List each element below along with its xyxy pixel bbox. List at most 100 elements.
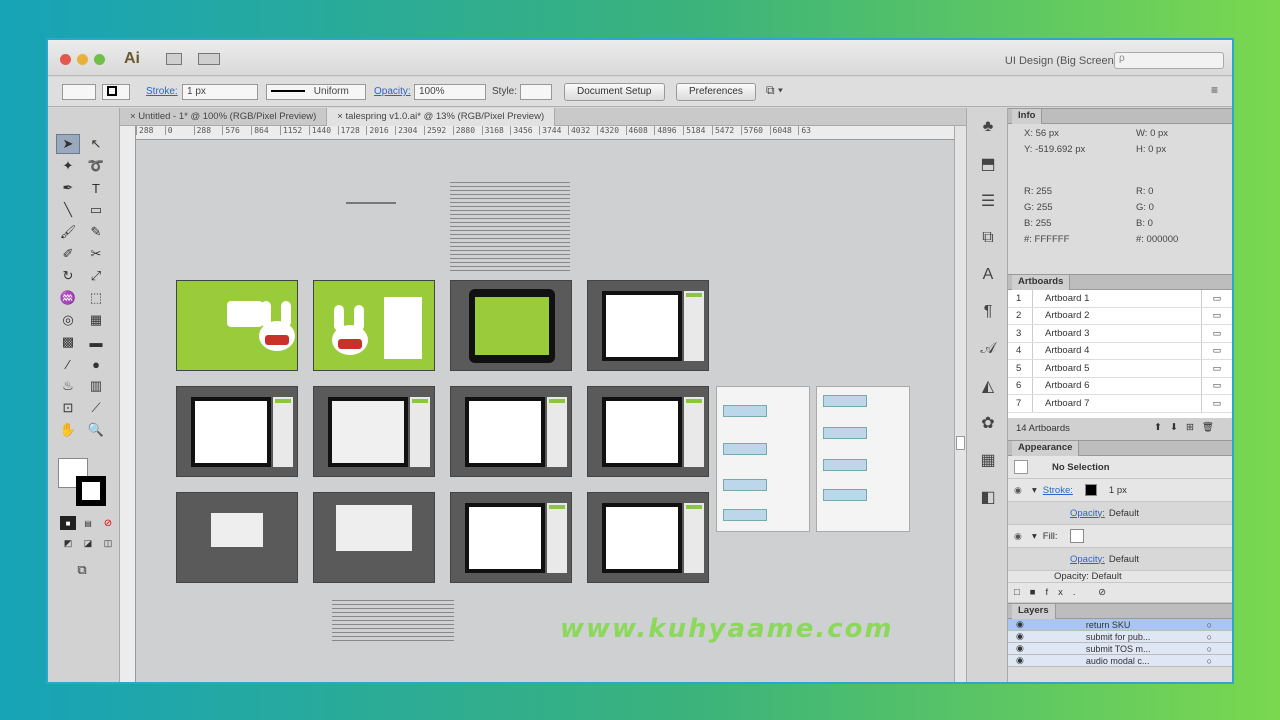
stroke-label[interactable]: Stroke: [146, 86, 178, 97]
screen-mode-icon[interactable]: ⧉ [70, 560, 94, 580]
zoom-tool-icon[interactable]: 🔍 [84, 420, 108, 440]
stroke-swatch[interactable] [76, 476, 106, 506]
warp-tool-icon[interactable]: ♒ [56, 288, 80, 308]
column-graph-tool-icon[interactable]: ▥ [84, 376, 108, 396]
draw-normal-icon[interactable]: ◩ [60, 536, 76, 550]
stroke-color-swatch[interactable] [1084, 484, 1097, 496]
artboard-wireframe-1[interactable] [716, 386, 810, 532]
artboard-thumb-8[interactable] [587, 386, 709, 477]
color-mode-icon[interactable]: ■ [60, 516, 76, 530]
none-mode-icon[interactable]: ⊘ [100, 516, 116, 530]
transform-icon[interactable]: ⬒ [967, 145, 1009, 182]
artboard-options-icon[interactable]: ▭ [1202, 345, 1232, 356]
arrange-documents-icon[interactable] [198, 53, 220, 65]
artboard-thumb-12[interactable] [587, 492, 709, 583]
list-item[interactable]: 7 Artboard 7 ▭ [1008, 395, 1232, 413]
brushes-icon[interactable]: ✿ [967, 404, 1009, 441]
align-icon[interactable]: ☰ [967, 182, 1009, 219]
scissors-tool-icon[interactable]: ✂ [84, 244, 108, 264]
artboard-options-icon[interactable]: ▭ [1202, 310, 1232, 321]
layers-panel-title[interactable]: Layers [1012, 604, 1056, 619]
appearance-opacity3-row[interactable]: Opacity: Default [1008, 571, 1232, 583]
lasso-tool-icon[interactable]: ➰ [84, 156, 108, 176]
blob-brush-tool-icon[interactable]: ✐ [56, 244, 80, 264]
line-tool-icon[interactable]: ╲ [56, 200, 80, 220]
perspective-grid-tool-icon[interactable]: ▦ [84, 310, 108, 330]
symbol-sprayer-tool-icon[interactable]: ♨ [56, 376, 80, 396]
layers-icon[interactable]: ◧ [967, 478, 1009, 515]
rectangle-tool-icon[interactable]: ▭ [84, 200, 108, 220]
scale-tool-icon[interactable]: ⤢ [84, 266, 108, 286]
shape-builder-tool-icon[interactable]: ◎ [56, 310, 80, 330]
layer-row[interactable]: ◉ submit for pub... ○ [1008, 631, 1232, 643]
list-item[interactable]: 2 Artboard 2 ▭ [1008, 307, 1232, 325]
eye-icon[interactable]: ◉ [1016, 643, 1024, 654]
target-icon[interactable]: ○ [1207, 656, 1212, 666]
tab-untitled[interactable]: × Untitled - 1* @ 100% (RGB/Pixel Previe… [120, 108, 328, 126]
list-item[interactable]: 1 Artboard 1 ▭ [1008, 290, 1232, 308]
artboards-panel-title[interactable]: Artboards [1012, 275, 1071, 290]
stroke-link[interactable]: Stroke: [1043, 485, 1073, 496]
artboard-thumb-7[interactable] [450, 386, 572, 477]
tab-talespring[interactable]: × talespring v1.0.ai* @ 13% (RGB/Pixel P… [327, 108, 556, 126]
club-icon[interactable]: ♣ [967, 108, 1009, 145]
opentype-icon[interactable]: 𝒜 [967, 330, 1009, 367]
eye-icon[interactable]: ◉ [1014, 531, 1032, 542]
draw-behind-icon[interactable]: ◪ [80, 536, 96, 550]
vertical-scrollbar[interactable] [954, 126, 966, 682]
appearance-stroke-row[interactable]: ◉ ▾ Stroke: 1 px [1008, 479, 1232, 502]
opacity-link[interactable]: Opacity: [1070, 508, 1105, 519]
layer-row[interactable]: ◉ submit TOS m... ○ [1008, 643, 1232, 655]
stroke-weight-field[interactable]: 1 px [182, 84, 258, 100]
fill-color-swatch[interactable] [1069, 529, 1084, 543]
workspace-switcher[interactable]: UI Design (Big Screen) ▾ [1005, 54, 1126, 67]
appearance-footer-icons[interactable]: □■fx. ⊘ [1008, 583, 1232, 603]
magic-wand-tool-icon[interactable]: ✦ [56, 156, 80, 176]
preferences-button[interactable]: Preferences [676, 83, 756, 101]
graphic-styles-icon[interactable]: ◭ [967, 367, 1009, 404]
scroll-thumb[interactable] [956, 436, 965, 450]
artboard-thumb-9[interactable] [176, 492, 298, 583]
pencil-tool-icon[interactable]: ✎ [84, 222, 108, 242]
swatches-icon[interactable]: ▦ [967, 441, 1009, 478]
list-item[interactable]: 5 Artboard 5 ▭ [1008, 360, 1232, 378]
stroke-color-picker[interactable] [102, 84, 130, 100]
eye-icon[interactable]: ◉ [1016, 655, 1024, 666]
target-icon[interactable]: ○ [1207, 632, 1212, 642]
artboard-actions-icon[interactable]: ⬆⬇⊞🗑 [1154, 422, 1222, 433]
pen-tool-icon[interactable]: ✒ [56, 178, 80, 198]
opacity-field[interactable]: 100% [414, 84, 486, 100]
artboard-thumb-2[interactable] [313, 280, 435, 371]
mesh-tool-icon[interactable]: ▩ [56, 332, 80, 352]
info-panel-title[interactable]: Info [1012, 109, 1043, 124]
paragraph-icon[interactable]: ¶ [967, 293, 1009, 330]
list-item[interactable]: 4 Artboard 4 ▭ [1008, 342, 1232, 360]
paintbrush-tool-icon[interactable]: 🖌 [56, 222, 80, 242]
artboard-options-icon[interactable]: ▭ [1202, 328, 1232, 339]
eye-icon[interactable]: ◉ [1014, 485, 1032, 496]
arrange-icon[interactable]: ⧉ ▾ [766, 83, 783, 98]
list-item[interactable]: 3 Artboard 3 ▭ [1008, 325, 1232, 343]
panel-menu-icon[interactable]: ≡ [1211, 83, 1218, 97]
zoom-button[interactable] [94, 54, 105, 65]
blend-tool-icon[interactable]: ● [84, 354, 108, 374]
appearance-opacity-row[interactable]: Opacity: Default [1008, 502, 1232, 525]
artboard-thumb-11[interactable] [450, 492, 572, 583]
appearance-fill-row[interactable]: ◉ ▾ Fill: [1008, 525, 1232, 548]
artboard-canvas[interactable] [136, 140, 954, 682]
graphic-style-picker[interactable] [520, 84, 552, 100]
artboard-thumb-1[interactable] [176, 280, 298, 371]
bridge-icon[interactable] [166, 53, 182, 65]
layer-row[interactable]: ◉ return SKU ○ [1008, 619, 1232, 631]
target-icon[interactable]: ○ [1207, 620, 1212, 630]
pathfinder-icon[interactable]: ⧉ [967, 219, 1009, 256]
eyedropper-tool-icon[interactable]: ⁄ [56, 354, 80, 374]
stroke-profile-select[interactable]: Uniform [266, 84, 366, 100]
minimize-button[interactable] [77, 54, 88, 65]
list-item[interactable]: 6 Artboard 6 ▭ [1008, 377, 1232, 395]
artboard-options-icon[interactable]: ▭ [1202, 293, 1232, 304]
slice-tool-icon[interactable]: ⟋ [84, 398, 108, 418]
rotate-tool-icon[interactable]: ↻ [56, 266, 80, 286]
opacity-link[interactable]: Opacity: [1070, 554, 1105, 565]
type-tool-icon[interactable]: T [84, 178, 108, 198]
